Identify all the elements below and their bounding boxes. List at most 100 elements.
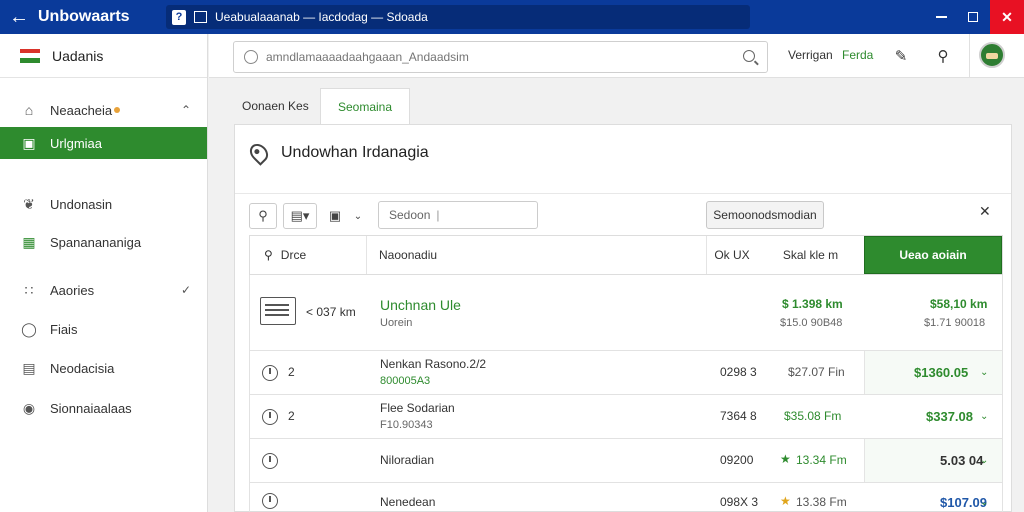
sidebar: Uadanis ⌂ Neaacheia ⌃ ▣ Urlgmiaa ❦ Undon… <box>0 34 208 512</box>
star-icon: ★ <box>780 494 791 508</box>
sidebar-item-label: Neodacisia <box>50 360 115 376</box>
grid-icon: ∷ <box>24 281 34 298</box>
sidebar-item-label: Urlgmiaa <box>50 135 103 151</box>
divider <box>969 34 970 78</box>
close-window-button[interactable]: ✕ <box>990 0 1024 34</box>
row-name[interactable]: Unchnan Ule <box>380 297 461 313</box>
maximize-button[interactable] <box>958 0 988 34</box>
column-header[interactable]: Ok UX <box>707 236 757 274</box>
sidebar-item-4[interactable]: ▦ Spananananiga <box>0 226 207 258</box>
row-name[interactable]: Niloradian <box>380 453 434 467</box>
sidebar-header-label: Uadanis <box>52 47 104 64</box>
panel-title-text: Undowhan Irdanagia <box>281 144 429 161</box>
chevron-up-icon[interactable]: ⌃ <box>181 103 191 117</box>
top-link-1[interactable]: Verrigan <box>788 48 833 62</box>
settings-icon: ◉ <box>22 399 36 416</box>
total-cell: 5.03 04 <box>940 453 984 468</box>
row-sub: 800005A3 <box>380 375 431 387</box>
help-icon[interactable]: ⚲ <box>933 46 953 66</box>
filter-button[interactable]: Semoonodsmodian <box>706 201 824 229</box>
column-header-highlight[interactable]: Ueao aoiain <box>864 236 1002 274</box>
filter-placeholder: Sedoon <box>389 208 431 222</box>
qty-cell: 2 <box>288 409 295 423</box>
chevron-down-icon[interactable]: ⌄ <box>351 203 365 229</box>
column-header[interactable]: Skal kle m <box>757 236 864 274</box>
leaf-icon: ❦ <box>23 195 35 212</box>
info-icon: ? <box>172 9 186 25</box>
avatar[interactable] <box>979 42 1005 68</box>
close-icon[interactable]: ✕ <box>979 203 991 220</box>
check-icon: ✓ <box>180 283 191 297</box>
sidebar-item-label: Fiais <box>50 321 78 337</box>
column-header[interactable]: Naoonadiu <box>367 236 707 274</box>
clock-icon <box>262 409 278 425</box>
sidebar-item-label: Sionnaiaalaas <box>50 400 132 416</box>
price-cell: $27.07 Fin <box>788 365 845 379</box>
sidebar-item-3[interactable]: ❦ Undonasin <box>0 188 207 220</box>
row-name[interactable]: Nenkan Rasono.2/2 <box>380 357 486 371</box>
calendar-icon[interactable]: ▣ <box>325 203 345 229</box>
chart-icon: ▦ <box>22 233 36 250</box>
column-header[interactable]: ⚲ Drce <box>250 236 367 274</box>
tab-1[interactable]: Oonaen Kes <box>226 88 325 124</box>
chevron-down-icon[interactable]: ⌄ <box>980 411 988 422</box>
filter-input[interactable]: Sedoon | <box>378 201 538 229</box>
view-select-button[interactable]: ▤▾ <box>283 203 317 229</box>
sidebar-item-7[interactable]: ▤ Neodacisia <box>0 352 207 384</box>
sidebar-item-5[interactable]: ∷ Aaories ✓ <box>0 274 207 306</box>
divider <box>235 193 1011 194</box>
maximize-icon <box>968 12 978 22</box>
top-link-2[interactable]: Ferda <box>842 48 873 62</box>
sidebar-item-label: Undonasin <box>50 196 113 212</box>
building-icon: ▣ <box>22 134 36 151</box>
row-sub: F10.90343 <box>380 419 433 431</box>
sidebar-item-active[interactable]: ▣ Urlgmiaa <box>0 127 207 159</box>
table-row[interactable]: Nenedean 098X 3 ★ 13.38 Fm $107.09 ⌄ <box>249 483 1003 512</box>
sidebar-item-label: Neaacheia <box>50 102 113 118</box>
row-name[interactable]: Nenedean <box>380 495 435 509</box>
table-header: ⚲ Drce Naoonadiu Ok UX Skal kle m Ueao ao… <box>249 235 1003 275</box>
sidebar-item-label: Spananananiga <box>50 234 142 250</box>
distance-cell: < 037 km <box>306 305 356 319</box>
price-cell: 13.38 Fm <box>796 495 847 509</box>
sidebar-header: Uadanis <box>0 34 207 78</box>
sidebar-item-home[interactable]: ⌂ Neaacheia ⌃ <box>0 94 207 126</box>
minimize-icon <box>935 16 947 18</box>
back-arrow-icon[interactable]: ← <box>0 6 38 29</box>
table-row[interactable]: 2 Nenkan Rasono.2/2 800005A3 0298 3 $27.… <box>249 351 1003 395</box>
qty-cell: 2 <box>288 365 295 379</box>
total-cell: $337.08 <box>926 409 973 424</box>
row-sub: Uorein <box>380 317 413 329</box>
main-panel: Undowhan Irdanagia ⚲ ▤▾ ▣ ⌄ Sedoon | Semo… <box>234 124 1012 512</box>
address-bar[interactable]: ? Ueabualaaanab — Iacdodag — Sdoada <box>166 5 750 29</box>
search-tool-button[interactable]: ⚲ <box>249 203 277 229</box>
search-box[interactable] <box>233 41 768 73</box>
code-cell: 7364 8 <box>720 409 757 423</box>
search-icon: ⚲ <box>264 248 273 262</box>
table-row[interactable]: < 037 km Unchnan Ule Uorein $ 1.398 km $… <box>249 275 1003 351</box>
column-header-label: Drce <box>280 248 307 262</box>
sidebar-item-6[interactable]: ◯ Fiais <box>0 313 207 345</box>
edit-icon[interactable]: ✎ <box>891 46 911 66</box>
app-title: Unbowaarts <box>38 8 130 25</box>
chevron-down-icon[interactable]: ⌄ <box>980 367 988 378</box>
sidebar-item-8[interactable]: ◉ Sionnaiaalaas <box>0 392 207 424</box>
chevron-down-icon[interactable]: ⌄ <box>980 497 988 508</box>
sidebar-item-label: Aaories <box>50 282 95 298</box>
chevron-down-icon[interactable]: ⌄ <box>980 455 988 466</box>
minimize-button[interactable] <box>926 0 956 34</box>
total-cell: $1360.05 <box>914 365 969 380</box>
code-cell: 09200 <box>720 453 754 467</box>
total-sub: $1.71 90018 <box>924 317 986 329</box>
table-row[interactable]: Niloradian 09200 ★ 13.34 Fm 5.03 04 ⌄ <box>249 439 1003 483</box>
code-cell: 0298 3 <box>720 365 757 379</box>
total-cell: $58,10 km <box>930 297 988 311</box>
row-name[interactable]: Flee Sodarian <box>380 401 455 415</box>
search-input[interactable] <box>266 50 746 64</box>
circle-icon: ◯ <box>21 320 37 337</box>
clock-icon <box>262 493 278 509</box>
tab-2-active[interactable]: Seomaina <box>320 88 410 124</box>
table-row[interactable]: 2 Flee Sodarian F10.90343 7364 8 $35.08 … <box>249 395 1003 439</box>
notification-dot <box>114 107 121 113</box>
search-icon[interactable] <box>743 50 755 62</box>
